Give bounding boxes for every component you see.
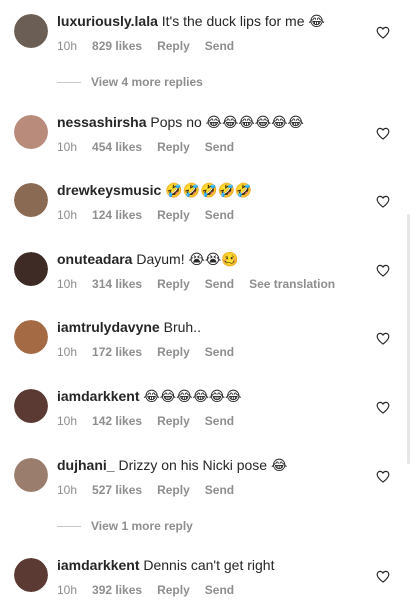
- comment-text: 😂😂😂😂😂😂: [143, 388, 242, 404]
- send-button[interactable]: Send: [205, 483, 234, 497]
- send-button[interactable]: Send: [205, 208, 234, 222]
- comment-time: 10h: [57, 39, 78, 53]
- view-more-replies[interactable]: View 4 more replies: [57, 73, 203, 91]
- comment-text: Pops no 😂😂😂😂😂😂: [150, 114, 304, 130]
- comment-username[interactable]: drewkeysmusic: [57, 182, 161, 198]
- comment-username[interactable]: nessashirsha: [57, 114, 147, 130]
- heart-icon[interactable]: [376, 570, 390, 583]
- heart-icon[interactable]: [376, 264, 390, 277]
- avatar[interactable]: [14, 14, 48, 48]
- comment-username[interactable]: iamtrulydavyne: [57, 319, 160, 335]
- comment-item: iamdarkkent Dennis can't get right 10h 39…: [0, 556, 412, 612]
- comment-username[interactable]: iamdarkkent: [57, 557, 139, 573]
- avatar[interactable]: [14, 183, 48, 217]
- reply-button[interactable]: Reply: [157, 583, 190, 597]
- heart-icon[interactable]: [376, 26, 390, 39]
- comment-text: 🤣🤣🤣🤣🤣: [165, 182, 253, 198]
- send-button[interactable]: Send: [205, 583, 234, 597]
- comment-time: 10h: [57, 483, 78, 497]
- comment-text: Drizzy on his Nicki pose 😂: [118, 457, 288, 473]
- likes-count[interactable]: 124 likes: [92, 208, 142, 222]
- reply-button[interactable]: Reply: [157, 39, 190, 53]
- heart-icon[interactable]: [376, 470, 390, 483]
- reply-button[interactable]: Reply: [157, 483, 190, 497]
- likes-count[interactable]: 392 likes: [92, 583, 142, 597]
- send-button[interactable]: Send: [205, 39, 234, 53]
- comment-item: onuteadara Dayum! 😭😭🥴 10h 314 likes Reply S…: [0, 250, 412, 306]
- comment-time: 10h: [57, 140, 78, 154]
- reply-button[interactable]: Reply: [157, 140, 190, 154]
- divider: [57, 526, 81, 528]
- comment-username[interactable]: onuteadara: [57, 251, 132, 267]
- comment-item: drewkeysmusic 🤣🤣🤣🤣🤣 10h 124 likes Reply Sen…: [0, 181, 412, 237]
- divider: [57, 82, 81, 84]
- comment-text: Bruh..: [163, 319, 201, 335]
- comment-item: luxuriously.lala It's the duck lips for …: [0, 12, 412, 68]
- comment-text: It's the duck lips for me 😂: [161, 13, 325, 29]
- comment-time: 10h: [57, 345, 78, 359]
- likes-count[interactable]: 527 likes: [92, 483, 142, 497]
- see-translation-link[interactable]: See translation: [249, 277, 335, 291]
- send-button[interactable]: Send: [205, 345, 234, 359]
- comment-item: iamdarkkent 😂😂😂😂😂😂 10h 142 likes Reply Send: [0, 387, 412, 443]
- reply-button[interactable]: Reply: [157, 277, 190, 291]
- comment-item: nessashirsha Pops no 😂😂😂😂😂😂 10h 454 likes…: [0, 113, 412, 169]
- send-button[interactable]: Send: [205, 277, 234, 291]
- comment-time: 10h: [57, 583, 78, 597]
- comment-time: 10h: [57, 277, 78, 291]
- comment-text: Dennis can't get right: [143, 557, 275, 573]
- view-more-replies[interactable]: View 1 more reply: [57, 517, 193, 535]
- comment-username[interactable]: luxuriously.lala: [57, 13, 158, 29]
- likes-count[interactable]: 454 likes: [92, 140, 142, 154]
- avatar[interactable]: [14, 389, 48, 423]
- comment-item: iamtrulydavyne Bruh.. 10h 172 likes Reply S…: [0, 318, 412, 374]
- comment-time: 10h: [57, 208, 78, 222]
- reply-button[interactable]: Reply: [157, 208, 190, 222]
- heart-icon[interactable]: [376, 127, 390, 140]
- comment-username[interactable]: iamdarkkent: [57, 388, 139, 404]
- reply-button[interactable]: Reply: [157, 345, 190, 359]
- comment-item: dujhani_ Drizzy on his Nicki pose 😂 10h 5…: [0, 456, 412, 512]
- reply-button[interactable]: Reply: [157, 414, 190, 428]
- send-button[interactable]: Send: [205, 140, 234, 154]
- avatar[interactable]: [14, 115, 48, 149]
- avatar[interactable]: [14, 458, 48, 492]
- avatar[interactable]: [14, 558, 48, 592]
- heart-icon[interactable]: [376, 332, 390, 345]
- comment-username[interactable]: dujhani_: [57, 457, 115, 473]
- send-button[interactable]: Send: [205, 414, 234, 428]
- likes-count[interactable]: 172 likes: [92, 345, 142, 359]
- scrollbar[interactable]: [407, 214, 410, 464]
- heart-icon[interactable]: [376, 195, 390, 208]
- likes-count[interactable]: 829 likes: [92, 39, 142, 53]
- heart-icon[interactable]: [376, 401, 390, 414]
- comment-time: 10h: [57, 414, 78, 428]
- avatar[interactable]: [14, 252, 48, 286]
- avatar[interactable]: [14, 320, 48, 354]
- comments-feed: luxuriously.lala It's the duck lips for …: [0, 0, 412, 600]
- likes-count[interactable]: 142 likes: [92, 414, 142, 428]
- likes-count[interactable]: 314 likes: [92, 277, 142, 291]
- comment-text: Dayum! 😭😭🥴: [136, 251, 239, 267]
